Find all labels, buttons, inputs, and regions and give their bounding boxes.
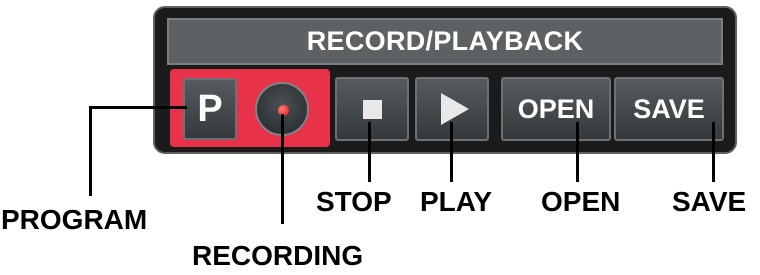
callout-stop: STOP bbox=[316, 186, 392, 217]
callout-program: PROGRAM bbox=[1, 204, 148, 235]
save-button[interactable]: SAVE bbox=[614, 77, 724, 141]
play-icon bbox=[441, 93, 469, 125]
callout-recording: RECORDING bbox=[192, 240, 364, 271]
save-leader-line bbox=[712, 122, 715, 182]
program-button[interactable]: P bbox=[183, 78, 237, 140]
stop-button[interactable] bbox=[335, 77, 409, 141]
program-leader-line-horizontal bbox=[89, 106, 187, 109]
open-button[interactable]: OPEN bbox=[501, 77, 611, 141]
open-leader-line bbox=[576, 122, 579, 182]
program-leader-line-vertical bbox=[89, 106, 92, 196]
recording-leader-line bbox=[281, 114, 284, 224]
play-leader-line bbox=[450, 122, 453, 182]
stop-icon bbox=[362, 99, 382, 119]
callout-save: SAVE bbox=[672, 186, 747, 217]
panel-title: RECORD/PLAYBACK bbox=[167, 18, 723, 65]
record-playback-panel: RECORD/PLAYBACK P OPEN SAVE bbox=[153, 6, 737, 154]
stop-leader-line bbox=[368, 122, 371, 182]
callout-open: OPEN bbox=[541, 186, 621, 217]
callout-play: PLAY bbox=[420, 186, 493, 217]
